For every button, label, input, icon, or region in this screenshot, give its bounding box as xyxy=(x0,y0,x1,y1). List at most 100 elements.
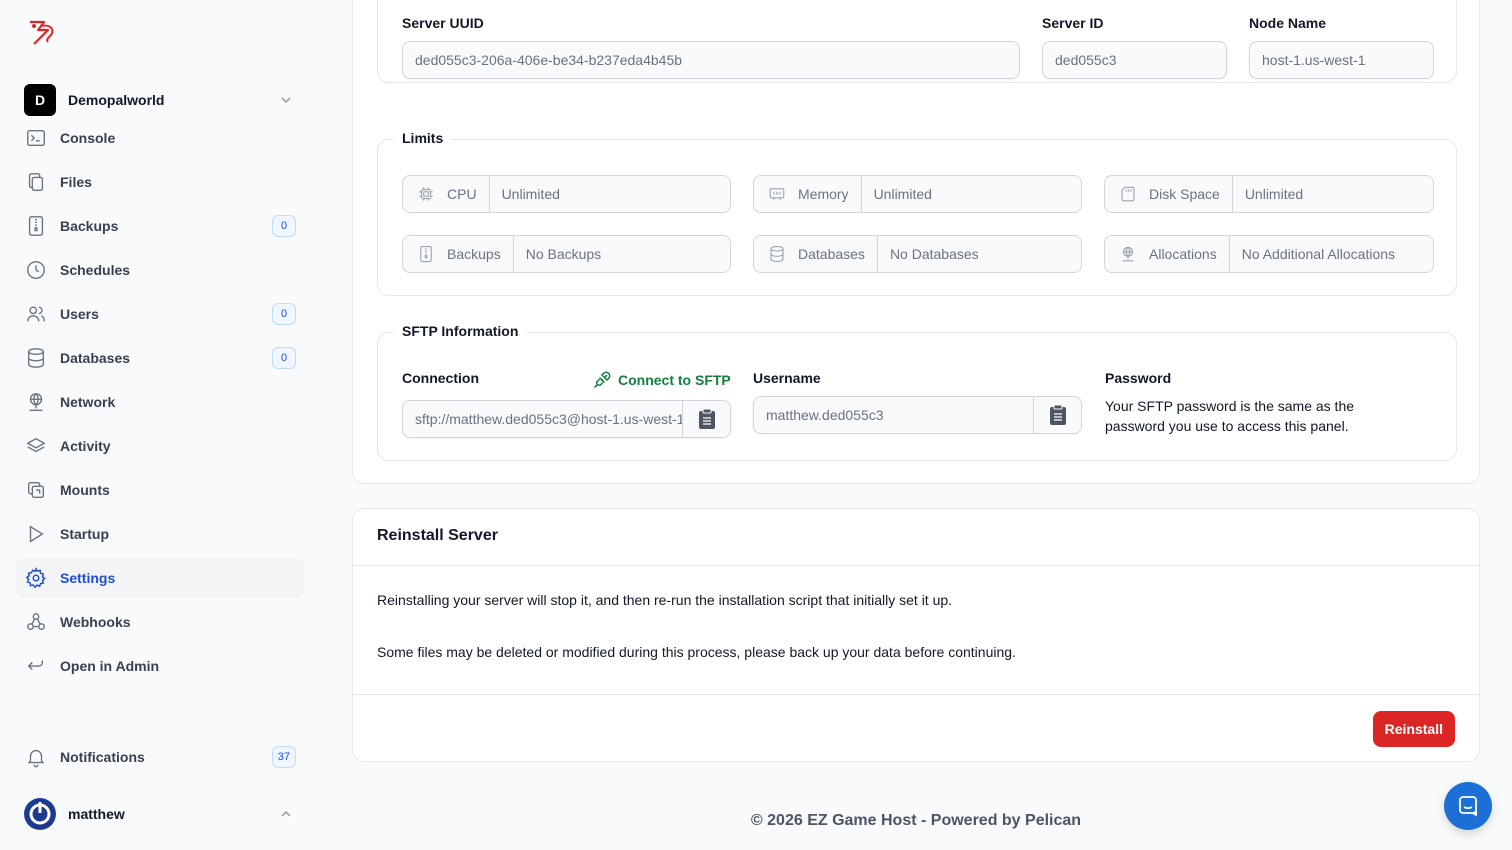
sftp-connection-field[interactable]: sftp://matthew.ded055c3@host-1.us-west-1… xyxy=(402,400,731,438)
sidebar-item-network[interactable]: Network xyxy=(16,382,304,422)
server-uuid-field[interactable]: ded055c3-206a-406e-be34-b237eda4b45b xyxy=(402,41,1020,79)
sidebar-item-activity[interactable]: Activity xyxy=(16,426,304,466)
sidebar-item-label: Network xyxy=(60,394,116,410)
sidebar-item-open-in-admin[interactable]: Open in Admin xyxy=(16,646,304,686)
password-label: Password xyxy=(1105,370,1172,386)
sftp-legend: SFTP Information xyxy=(394,323,527,339)
sftp-username-field[interactable]: matthew.ded055c3 xyxy=(753,396,1082,434)
clock-icon xyxy=(24,258,48,282)
sftp-connection-value: sftp://matthew.ded055c3@host-1.us-west-1… xyxy=(415,411,720,427)
sidebar-item-files[interactable]: Files xyxy=(16,162,304,202)
sidebar-item-backups[interactable]: Backups 0 xyxy=(16,206,304,246)
sidebar-item-users[interactable]: Users 0 xyxy=(16,294,304,334)
databases-label: Databases xyxy=(798,246,865,262)
sidebar-item-label: Databases xyxy=(60,350,131,366)
memory-limit: Memory Unlimited xyxy=(753,175,1082,213)
server-info-group: Server UUID ded055c3-206a-406e-be34-b237… xyxy=(377,0,1457,83)
chat-button[interactable] xyxy=(1444,782,1492,830)
server-uuid-label: Server UUID xyxy=(402,15,484,31)
node-name-label: Node Name xyxy=(1249,15,1327,31)
user-menu[interactable]: matthew xyxy=(24,798,304,830)
cpu-value: Unlimited xyxy=(501,186,560,202)
password-help-line-1: Your SFTP password is the same as the xyxy=(1105,398,1355,414)
plug-icon xyxy=(593,371,611,389)
play-icon xyxy=(24,522,48,546)
databases-limit: Databases No Databases xyxy=(753,235,1082,273)
sidebar-item-console[interactable]: Console xyxy=(16,118,304,158)
gear-icon xyxy=(24,566,48,590)
allocations-label: Allocations xyxy=(1149,246,1217,262)
user-name: matthew xyxy=(68,806,125,822)
archive-icon xyxy=(420,245,432,263)
stack-icon xyxy=(24,434,48,458)
disk-value: Unlimited xyxy=(1244,186,1304,202)
files-icon xyxy=(24,170,48,194)
sidebar-item-label: Notifications xyxy=(60,749,145,765)
sd-card-icon xyxy=(1121,186,1135,202)
sidebar-item-label: Open in Admin xyxy=(60,658,160,674)
sidebar-bottom: Notifications 37 xyxy=(16,737,304,781)
limits-group: Limits CPU Unlimited Memory Unlimited Di… xyxy=(377,130,1457,296)
return-icon xyxy=(24,654,48,678)
database-icon xyxy=(770,245,784,263)
sidebar-item-label: Webhooks xyxy=(60,614,131,630)
copy-username-button[interactable] xyxy=(1033,397,1081,433)
password-help-line-2: password you use to access this panel. xyxy=(1105,418,1349,434)
sidebar-item-databases[interactable]: Databases 0 xyxy=(16,338,304,378)
clipboard-icon xyxy=(1049,404,1066,425)
sidebar-item-label: Activity xyxy=(60,438,111,454)
sidebar-item-label: Backups xyxy=(60,218,119,234)
network-icon xyxy=(1122,246,1134,262)
divider xyxy=(353,565,1479,566)
sidebar-item-mounts[interactable]: Mounts xyxy=(16,470,304,510)
server-avatar: D xyxy=(24,84,56,116)
chevron-down-icon xyxy=(281,97,291,104)
server-information-card: Server UUID ded055c3-206a-406e-be34-b237… xyxy=(352,0,1480,484)
connect-to-sftp-link[interactable]: Connect to SFTP xyxy=(592,370,731,390)
sidebar-item-label: Users xyxy=(60,306,99,322)
server-switcher[interactable]: D Demopalworld xyxy=(24,84,304,116)
cpu-limit: CPU Unlimited xyxy=(402,175,731,213)
disk-label: Disk Space xyxy=(1149,186,1220,202)
allocations-value: No Additional Allocations xyxy=(1241,246,1396,262)
connect-to-sftp-label: Connect to SFTP xyxy=(618,372,731,388)
sidebar-item-label: Startup xyxy=(60,526,109,542)
sftp-group: SFTP Information Connection Connect to S… xyxy=(377,323,1457,461)
brand-logo-icon[interactable] xyxy=(28,18,60,46)
copy-connection-button[interactable] xyxy=(682,401,730,437)
reinstall-title: Reinstall Server xyxy=(377,527,498,544)
chat-icon xyxy=(1459,796,1477,817)
server-id-field[interactable]: ded055c3 xyxy=(1042,41,1227,79)
memory-value: Unlimited xyxy=(873,186,932,202)
sidebar: D Demopalworld Console Files Backups 0 S… xyxy=(0,0,320,850)
reinstall-button[interactable]: Reinstall xyxy=(1372,711,1455,747)
limits-legend: Limits xyxy=(394,130,452,146)
backups-limit: Backups No Backups xyxy=(402,235,731,273)
username-label: Username xyxy=(753,370,821,386)
footer-text: © 2026 EZ Game Host - Powered by Pelican xyxy=(750,812,1082,829)
server-name: Demopalworld xyxy=(68,92,165,108)
webhook-icon xyxy=(24,610,48,634)
sidebar-item-schedules[interactable]: Schedules xyxy=(16,250,304,290)
backups-count-badge: 0 xyxy=(272,215,296,237)
sidebar-item-webhooks[interactable]: Webhooks xyxy=(16,602,304,642)
node-name-field[interactable]: host-1.us-west-1 xyxy=(1249,41,1434,79)
notifications-count-badge: 37 xyxy=(271,746,296,768)
users-count-badge: 0 xyxy=(272,303,296,325)
sidebar-item-label: Mounts xyxy=(60,482,110,498)
users-icon xyxy=(24,302,48,326)
archive-icon xyxy=(24,214,48,238)
databases-count-badge: 0 xyxy=(272,347,296,369)
reinstall-description-2: Some files may be deleted or modified du… xyxy=(377,644,1016,660)
connection-label: Connection xyxy=(402,370,479,386)
avatar xyxy=(24,798,56,830)
sidebar-item-settings[interactable]: Settings xyxy=(16,558,304,598)
sidebar-item-label: Files xyxy=(60,174,92,190)
sftp-username-value: matthew.ded055c3 xyxy=(766,407,884,423)
sidebar-item-notifications[interactable]: Notifications 37 xyxy=(16,737,304,777)
sidebar-item-startup[interactable]: Startup xyxy=(16,514,304,554)
allocations-limit: Allocations No Additional Allocations xyxy=(1104,235,1434,273)
reinstall-server-card: Reinstall Server Reinstalling your serve… xyxy=(352,508,1480,762)
mounts-icon xyxy=(24,478,48,502)
databases-value: No Databases xyxy=(889,246,979,262)
